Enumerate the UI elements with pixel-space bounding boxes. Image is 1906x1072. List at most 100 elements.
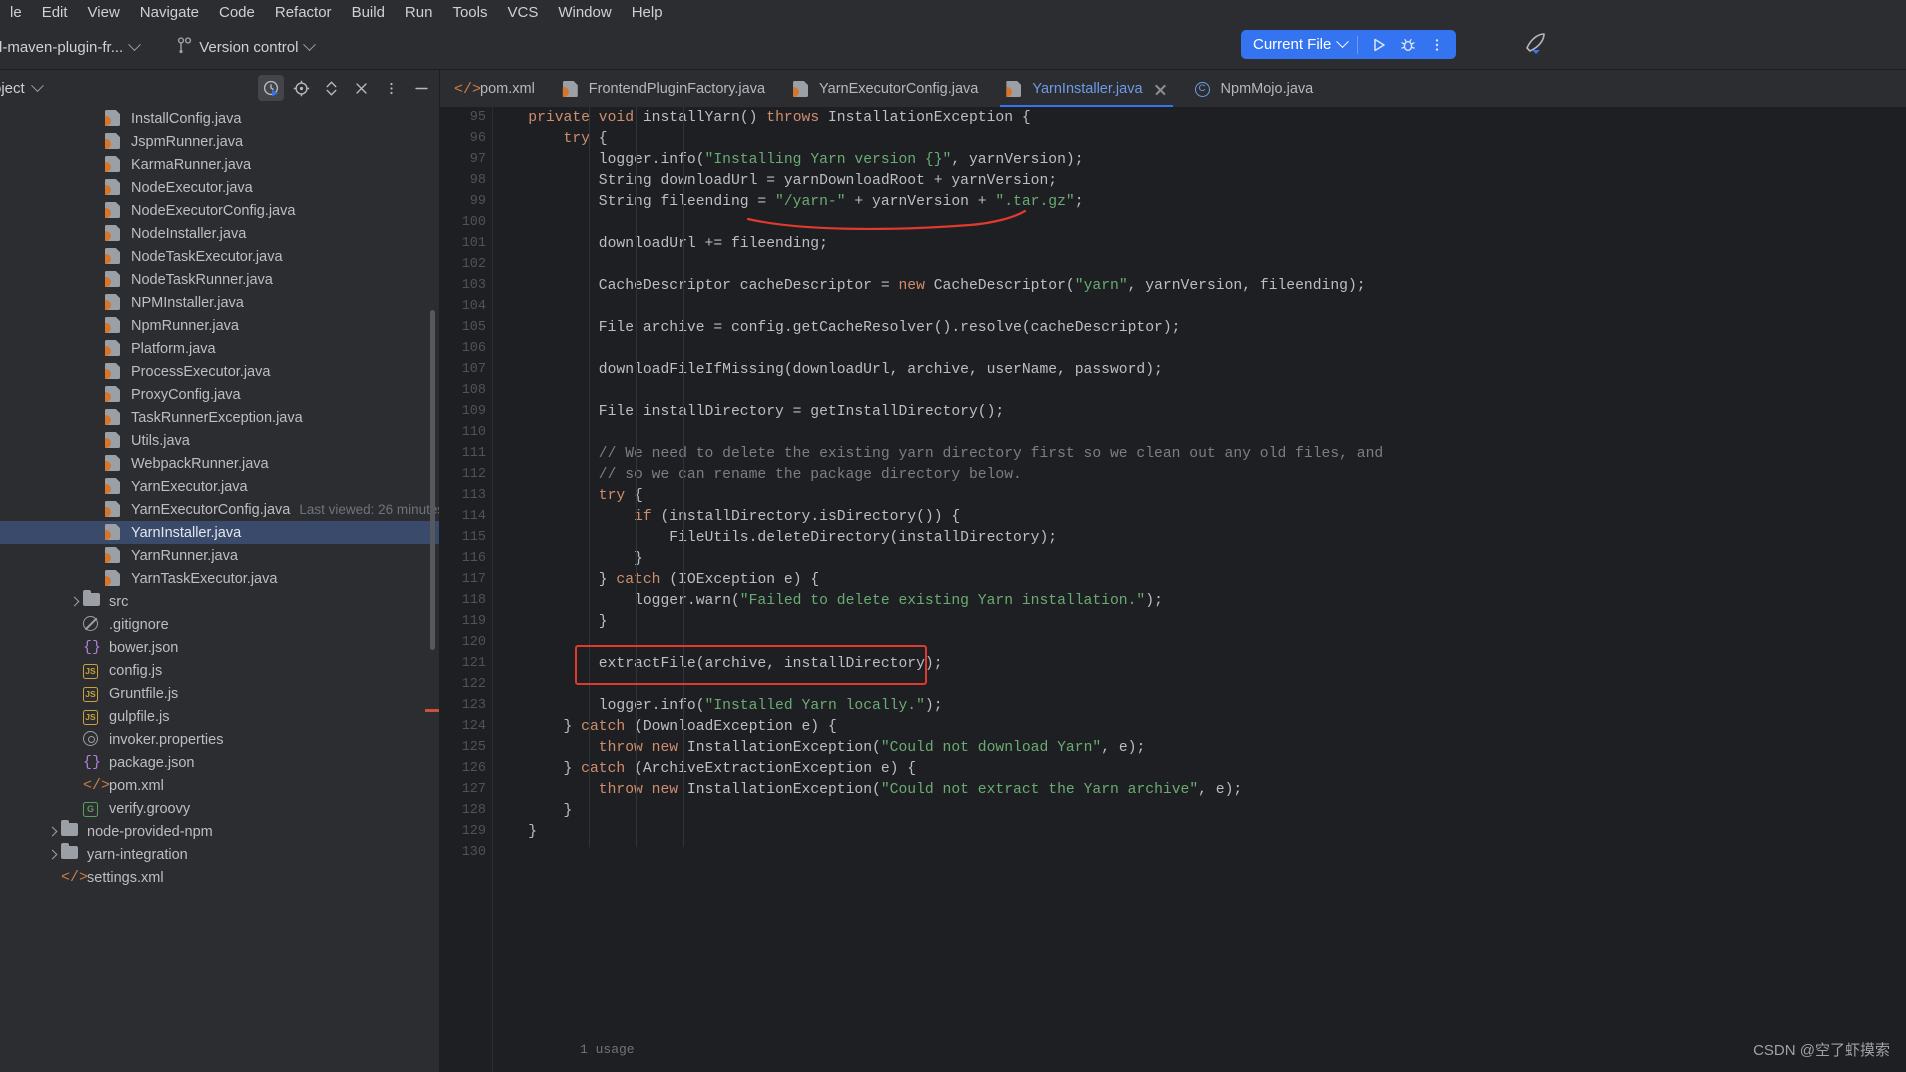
tree-item[interactable]: NpmRunner.java xyxy=(0,314,440,337)
locate-target-icon[interactable] xyxy=(288,75,314,101)
editor-tab[interactable]: YarnInstaller.java xyxy=(992,71,1180,107)
menu-item-view[interactable]: View xyxy=(78,0,130,26)
tree-item[interactable]: .gitignore xyxy=(0,613,440,636)
debug-bug-icon[interactable] xyxy=(1397,34,1419,56)
tree-item[interactable]: JspmRunner.java xyxy=(0,130,440,153)
code-line[interactable]: 128 } xyxy=(462,800,1906,821)
tree-item[interactable]: </> settings.xml xyxy=(0,866,440,889)
code-line[interactable]: 98 String downloadUrl = yarnDownloadRoot… xyxy=(470,170,1906,191)
code-line[interactable]: 107 downloadFileIfMissing(downloadUrl, a… xyxy=(462,359,1906,380)
tree-scrollbar[interactable] xyxy=(430,310,435,650)
code-line[interactable]: 111 // We need to delete the existing ya… xyxy=(462,443,1906,464)
tree-item[interactable]: Gverify.groovy xyxy=(0,797,440,820)
code-line[interactable]: 119 } xyxy=(462,611,1906,632)
editor-tab[interactable]: YarnExecutorConfig.java xyxy=(779,71,992,107)
more-vertical-icon[interactable] xyxy=(1426,34,1448,56)
code-line[interactable]: 124 } catch (DownloadException e) { xyxy=(462,716,1906,737)
editor-tab[interactable]: </> pom.xml xyxy=(440,71,549,107)
code-line[interactable]: 114 if (installDirectory.isDirectory()) … xyxy=(462,506,1906,527)
tree-item[interactable]: invoker.properties xyxy=(0,728,440,751)
project-chip-button[interactable]: d-maven-plugin-fr... xyxy=(0,35,147,60)
menu-item-edit[interactable]: Edit xyxy=(32,0,78,26)
chevron-right-icon[interactable] xyxy=(46,848,59,861)
code-editor[interactable]: 95 private void installYarn() throws Ins… xyxy=(440,107,1906,1072)
menu-item-code[interactable]: Code xyxy=(209,0,265,26)
code-line[interactable]: 118 logger.warn("Failed to delete existi… xyxy=(462,590,1906,611)
tree-item[interactable]: {} bower.json xyxy=(0,636,440,659)
close-panel-icon[interactable] xyxy=(348,75,374,101)
tree-item[interactable]: NPMInstaller.java xyxy=(0,291,440,314)
code-line[interactable]: 117 } catch (IOException e) { xyxy=(462,569,1906,590)
tree-item[interactable]: NodeExecutorConfig.java xyxy=(0,199,440,222)
editor-gutter[interactable] xyxy=(440,107,493,1072)
options-menu-icon[interactable] xyxy=(378,75,404,101)
run-configuration-widget[interactable]: Current File xyxy=(1241,30,1457,59)
code-line[interactable]: 129 } xyxy=(462,821,1906,842)
editor-tab[interactable]: FrontendPluginFactory.java xyxy=(549,71,779,107)
code-line[interactable]: 96 try { xyxy=(470,128,1906,149)
tree-item[interactable]: NodeExecutor.java xyxy=(0,176,440,199)
chevron-right-icon[interactable] xyxy=(68,595,81,608)
project-file-tree[interactable]: InstallConfig.java JspmRunner.java KarmaRu… xyxy=(0,107,440,1072)
code-line[interactable]: 127 throw new InstallationException("Cou… xyxy=(462,779,1906,800)
tree-item[interactable]: src xyxy=(0,590,440,613)
code-line[interactable]: 101 downloadUrl += fileending; xyxy=(462,233,1906,254)
code-line[interactable]: 130 xyxy=(462,842,1906,863)
menu-item-window[interactable]: Window xyxy=(548,0,621,26)
chevron-right-icon[interactable] xyxy=(46,825,59,838)
tree-item[interactable]: KarmaRunner.java xyxy=(0,153,440,176)
tree-item[interactable]: ProcessExecutor.java xyxy=(0,360,440,383)
tree-item[interactable]: NodeTaskRunner.java xyxy=(0,268,440,291)
code-line[interactable]: 123 logger.info("Installed Yarn locally.… xyxy=(462,695,1906,716)
code-line[interactable]: 109 File installDirectory = getInstallDi… xyxy=(462,401,1906,422)
tree-item[interactable]: YarnInstaller.java xyxy=(0,521,440,544)
code-line[interactable]: 115 FileUtils.deleteDirectory(installDir… xyxy=(462,527,1906,548)
code-line[interactable]: 112 // so we can rename the package dire… xyxy=(462,464,1906,485)
tree-item[interactable]: JS gulpfile.js xyxy=(0,705,440,728)
hide-panel-icon[interactable] xyxy=(408,75,434,101)
code-line[interactable]: 102 xyxy=(462,254,1906,275)
code-line[interactable]: 103 CacheDescriptor cacheDescriptor = ne… xyxy=(462,275,1906,296)
tree-item[interactable]: {} package.json xyxy=(0,751,440,774)
code-line[interactable]: 105 File archive = config.getCacheResolv… xyxy=(462,317,1906,338)
code-line[interactable]: 95 private void installYarn() throws Ins… xyxy=(470,107,1906,128)
menu-item-refactor[interactable]: Refactor xyxy=(265,0,342,26)
run-play-icon[interactable] xyxy=(1368,34,1390,56)
code-line[interactable]: 108 xyxy=(462,380,1906,401)
project-panel-title-button[interactable]: roject xyxy=(0,79,44,97)
tree-item[interactable]: Utils.java xyxy=(0,429,440,452)
tree-item[interactable]: YarnExecutorConfig.java Last viewed: 26 m… xyxy=(0,498,440,521)
code-line[interactable]: 104 xyxy=(462,296,1906,317)
code-line[interactable]: 110 xyxy=(462,422,1906,443)
tree-item[interactable]: WebpackRunner.java xyxy=(0,452,440,475)
code-line[interactable]: 125 throw new InstallationException("Cou… xyxy=(462,737,1906,758)
tree-item[interactable]: JS Gruntfile.js xyxy=(0,682,440,705)
close-icon[interactable] xyxy=(1154,83,1167,96)
code-line[interactable]: 113 try { xyxy=(462,485,1906,506)
tree-item[interactable]: </> pom.xml xyxy=(0,774,440,797)
tree-item[interactable]: YarnRunner.java xyxy=(0,544,440,567)
code-line[interactable]: 126 } catch (ArchiveExtractionException … xyxy=(462,758,1906,779)
tree-item[interactable]: NodeInstaller.java xyxy=(0,222,440,245)
menu-item-tools[interactable]: Tools xyxy=(442,0,497,26)
editor-tab[interactable]: C NpmMojo.java xyxy=(1181,71,1328,107)
tree-item[interactable]: YarnExecutor.java xyxy=(0,475,440,498)
tree-item[interactable]: ProxyConfig.java xyxy=(0,383,440,406)
rocket-icon[interactable] xyxy=(1522,30,1548,56)
code-line[interactable]: 97 logger.info("Installing Yarn version … xyxy=(470,149,1906,170)
tree-item[interactable]: node-provided-npm xyxy=(0,820,440,843)
usage-hint[interactable]: 1 usage xyxy=(580,1042,635,1057)
menu-item-help[interactable]: Help xyxy=(622,0,673,26)
code-line[interactable]: 106 xyxy=(462,338,1906,359)
tree-item[interactable]: JS config.js xyxy=(0,659,440,682)
tree-item[interactable]: yarn-integration xyxy=(0,843,440,866)
expand-collapse-icon[interactable] xyxy=(318,75,344,101)
tree-item[interactable]: NodeTaskExecutor.java xyxy=(0,245,440,268)
version-control-button[interactable]: Version control xyxy=(169,33,322,62)
code-line[interactable]: 100 xyxy=(462,212,1906,233)
menu-item-build[interactable]: Build xyxy=(342,0,395,26)
code-content[interactable]: 95 private void installYarn() throws Ins… xyxy=(462,107,1906,1072)
menu-item-vcs[interactable]: VCS xyxy=(497,0,548,26)
tree-item[interactable]: Platform.java xyxy=(0,337,440,360)
tree-item[interactable]: YarnTaskExecutor.java xyxy=(0,567,440,590)
